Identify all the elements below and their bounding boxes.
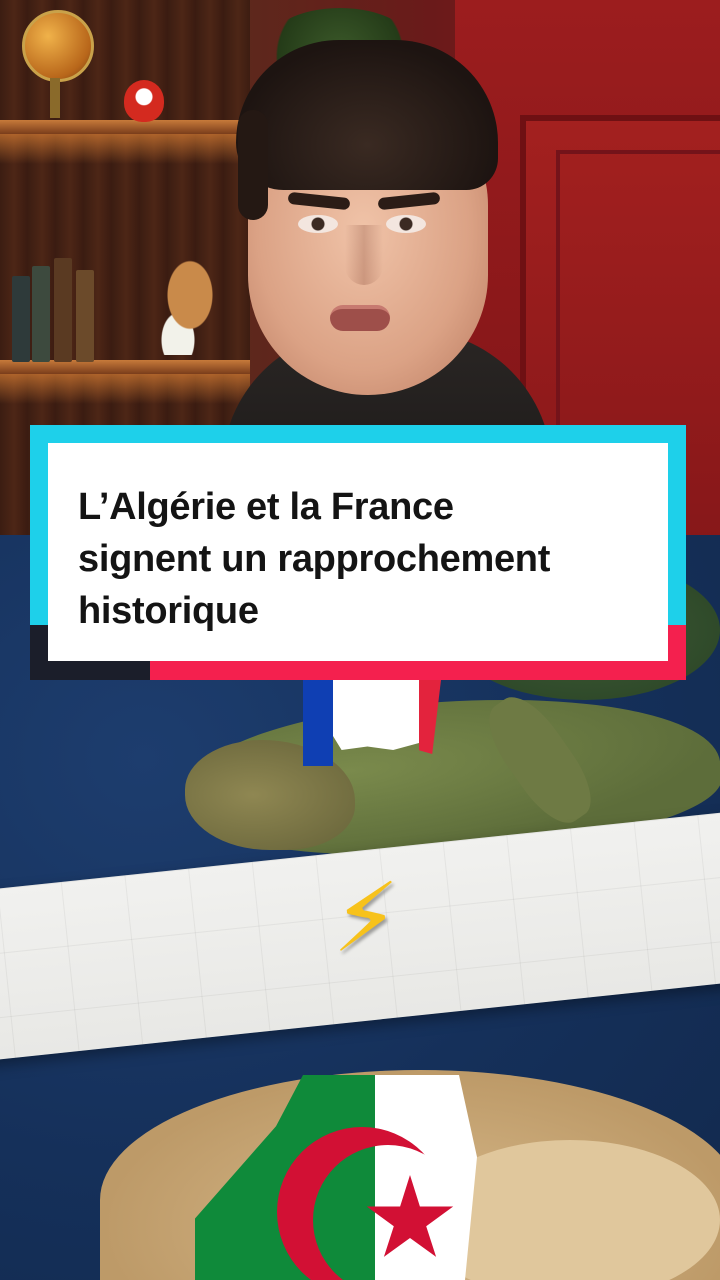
headline-card: L’Algérie et la France signent un rapproc… <box>30 425 686 680</box>
presenter-hair <box>236 40 498 190</box>
presenter-nose <box>345 225 383 285</box>
france-flag-white <box>333 680 419 750</box>
presenter-eye <box>386 215 426 233</box>
presenter-eye <box>298 215 338 233</box>
headline-line-2: signent un rapprochement <box>78 538 551 580</box>
headline-box: L’Algérie et la France signent un rapproc… <box>48 443 668 661</box>
presenter-hair-side <box>238 110 268 220</box>
presenter-mouth <box>330 305 390 331</box>
france-flag <box>303 680 443 766</box>
france-flag-red <box>419 680 441 754</box>
headline-text: L’Algérie et la France signent un rapproc… <box>78 481 638 637</box>
headline-line-3: historique <box>78 590 259 632</box>
france-flag-blue <box>303 680 333 766</box>
video-frame: ⚡ L’Algérie et la France signent un rappr… <box>0 0 720 1280</box>
headline-line-1: L’Algérie et la France <box>78 486 454 528</box>
lightning-bolt-icon: ⚡ <box>332 862 400 974</box>
algeria-flag <box>195 1075 495 1280</box>
